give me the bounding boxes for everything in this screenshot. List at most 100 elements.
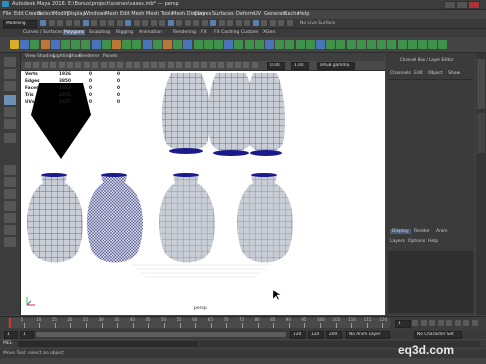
menu-14[interactable]: UV [254,11,261,17]
menu-12[interactable]: Surfaces [212,11,234,17]
shelf-tab-3[interactable]: Rigging [115,30,134,35]
shelf-tool-icon[interactable] [91,40,101,49]
shelf-tool-icon[interactable] [234,40,244,49]
viewport-toolbar-icon[interactable] [251,62,258,68]
status-tool-icon[interactable] [227,20,233,26]
status-tool-icon[interactable] [82,20,89,26]
viewport-menu-5[interactable]: Panels [103,54,117,59]
step-forward-frame-icon[interactable] [454,320,461,326]
viewport-toolbar-icon[interactable] [83,62,90,68]
shelf-tool-icon[interactable] [50,40,60,49]
shelf-tab-6[interactable]: FX [200,30,208,35]
status-tool-icon[interactable] [116,20,123,26]
viewport-panel[interactable]: Verts 1926 0 0 Edges 3850 0 0 Faces 1632 0 0 Tris 292… [21,53,385,315]
start-frame-field[interactable]: 1 [4,331,18,339]
viewport-toolbar-icon[interactable] [134,62,141,68]
shelf-tool-icon[interactable] [336,40,346,49]
menu-0[interactable]: File [3,11,11,17]
status-tool-icon[interactable] [261,20,267,26]
status-tool-icon[interactable] [210,20,216,26]
character-set-dropdown[interactable]: No Character Set [414,331,462,339]
status-tool-icon[interactable] [133,20,140,26]
shelf-tool-icon[interactable] [265,40,274,49]
layout-four-icon[interactable] [4,177,16,187]
viewport-toolbar-icon[interactable] [41,62,48,68]
script-editor-icon[interactable] [4,237,16,247]
status-tool-icon[interactable] [150,20,157,26]
play-backward-icon[interactable] [437,320,444,326]
paint-select-icon[interactable] [4,81,16,91]
status-tool-icon[interactable] [193,20,199,26]
layer-tab-2[interactable]: Anim [436,229,448,234]
shelf-tab-2[interactable]: Sculpting [88,30,111,35]
viewport-canvas[interactable] [21,53,385,315]
shelf-tool-icon[interactable] [244,40,254,49]
playback-start-field[interactable]: 1 [20,331,34,339]
status-tool-icon[interactable] [108,20,114,26]
menu-5[interactable]: Display [67,11,85,17]
step-forward-key-icon[interactable] [463,320,469,326]
viewport-toolbar-icon[interactable] [243,62,250,68]
close-button[interactable] [468,1,480,9]
shelf-tab-4[interactable]: Animation [138,30,163,35]
viewport-toolbar-icon[interactable] [176,62,183,68]
shelf-tool-icon[interactable] [224,40,234,49]
shelf-tool-icon[interactable] [40,40,50,49]
status-tool-icon[interactable] [91,20,97,26]
status-tool-icon[interactable] [201,20,208,26]
shelf-tab-5[interactable]: Rendering [172,30,197,35]
anim-layer-dropdown[interactable]: No Anim Layer [346,331,390,339]
viewport-toolbar-icon[interactable] [58,62,65,68]
status-tool-icon[interactable] [40,20,46,26]
status-tool-icon[interactable] [244,20,250,26]
viewport-menu-0[interactable]: View [25,54,36,59]
status-tool-icon[interactable] [159,20,165,26]
go-to-start-icon[interactable] [412,320,418,326]
menu-1[interactable]: Edit [14,11,24,17]
shelf-tool-icon[interactable] [132,40,142,49]
status-tool-icon[interactable] [65,20,72,26]
status-tool-icon[interactable] [99,20,106,26]
shelf-tool-icon[interactable] [81,40,91,49]
status-tool-icon[interactable] [48,20,55,26]
viewport-toolbar-icon[interactable] [67,62,73,68]
viewport-toolbar-icon[interactable] [209,62,216,68]
menu-17[interactable]: Help [298,11,309,17]
status-tool-icon[interactable] [74,20,80,26]
shelf-tool-icon[interactable] [112,40,121,49]
scale-tool-icon[interactable] [4,119,16,129]
viewport-toolbar-icon[interactable] [184,62,191,68]
shelf-tool-icon[interactable] [10,40,19,49]
shelf-tool-icon[interactable] [152,40,162,49]
move-tool-icon[interactable] [4,95,16,105]
menu-6[interactable]: Windows [84,11,106,17]
shelf-tab-9[interactable]: XGen [262,30,276,35]
viewport-toolbar-icon[interactable] [117,62,124,68]
end-frame-field[interactable]: 120 [308,331,324,339]
viewport-toolbar-icon[interactable] [193,62,199,68]
rotate-tool-icon[interactable] [4,107,16,117]
side-tab-attribute-editor[interactable] [477,113,485,153]
viewport-toolbar-icon[interactable] [100,62,107,68]
go-to-end-icon[interactable] [471,320,478,326]
shelf-tool-icon[interactable] [275,40,285,49]
shelf-tool-icon[interactable] [61,40,70,49]
viewport-toolbar-icon[interactable] [235,62,241,68]
outliner-icon[interactable] [4,201,16,211]
current-frame-field[interactable]: 1 [395,320,411,328]
far-value-field[interactable]: 1.00 [291,62,309,70]
play-forward-icon[interactable] [446,320,452,326]
viewport-toolbar-icon[interactable] [92,62,99,68]
viewport-toolbar-icon[interactable] [151,62,157,68]
hypershade-icon[interactable] [4,225,16,235]
status-tool-icon[interactable] [125,20,131,26]
layer-menu-1[interactable]: Options [408,239,425,244]
viewport-toolbar-icon[interactable] [218,62,225,68]
shelf-tab-7[interactable]: FX Caching [213,30,240,35]
shelf-tool-icon[interactable] [203,40,213,49]
select-tool-icon[interactable] [4,57,16,67]
viewport-toolbar-icon[interactable] [201,62,208,68]
anim-end-field[interactable]: 200 [326,331,342,339]
status-tool-icon[interactable] [269,20,276,26]
channel-menu-1[interactable]: Edit [414,71,423,76]
